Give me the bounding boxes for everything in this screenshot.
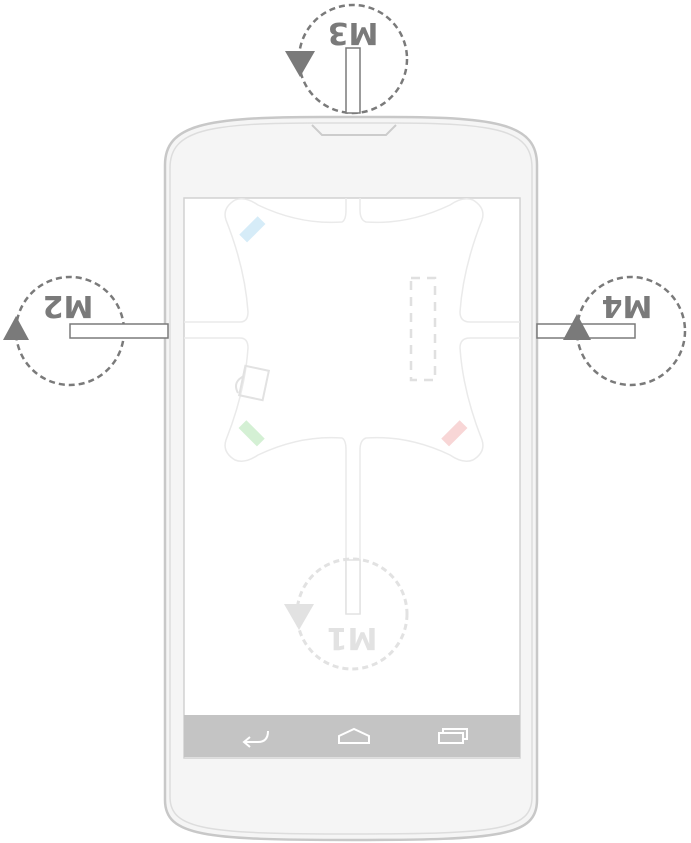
m2-arrow-icon bbox=[3, 316, 29, 340]
navigation-bar bbox=[184, 715, 520, 757]
m2-arm bbox=[69, 323, 169, 339]
m1-arm bbox=[345, 559, 361, 615]
m2-label: M2 bbox=[43, 288, 94, 323]
m4-label: M4 bbox=[602, 288, 653, 323]
phone-screen bbox=[183, 197, 521, 759]
navbar-background bbox=[184, 715, 520, 757]
motor-m3: M3 bbox=[285, 3, 409, 115]
motor-m2: M2 bbox=[3, 275, 169, 387]
diagram-canvas: M1 M3 M2 M4 bbox=[3, 3, 687, 842]
m1-label: M1 bbox=[327, 620, 378, 655]
motor-m4: M4 bbox=[536, 275, 687, 387]
m3-label: M3 bbox=[328, 15, 379, 50]
m3-arm bbox=[345, 47, 361, 114]
m3-arrow-icon bbox=[285, 51, 315, 77]
